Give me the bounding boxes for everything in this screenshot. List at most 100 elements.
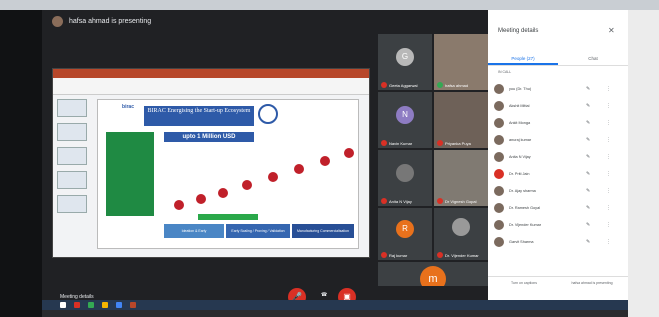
mic-icon[interactable]: ✎ — [586, 188, 590, 194]
app-icon[interactable] — [88, 302, 94, 308]
mic-off-icon — [381, 198, 387, 204]
presenting-bar: hafsa ahmad is presenting — [52, 16, 151, 27]
slide-thumbnail — [57, 171, 87, 189]
participant-tile[interactable]: R Raj kumar — [378, 208, 432, 260]
slide-thumbnail — [57, 147, 87, 165]
list-item[interactable]: Dr. Ramesh Goyal ✎ ⋮ — [494, 199, 622, 216]
captions-button[interactable]: Turn on captions — [494, 281, 554, 285]
list-item[interactable]: Anita N Vijay ✎ ⋮ — [494, 148, 622, 165]
step-dot — [344, 148, 354, 158]
in-call-label: IN CALL — [498, 70, 512, 74]
presenting-button[interactable]: hafsa ahmad is presenting — [562, 281, 622, 285]
arrow-segment: Ideation & Early — [164, 224, 224, 238]
mic-icon[interactable]: ✎ — [586, 137, 590, 143]
slide-steps — [160, 148, 358, 218]
slide-arrow: Ideation & Early Early Scaling / Proving… — [164, 224, 354, 238]
mic-off-icon — [437, 140, 443, 146]
step-dot — [174, 200, 184, 210]
list-item[interactable]: Dr. Vijender Kumar ✎ ⋮ — [494, 216, 622, 233]
more-icon[interactable]: ⋮ — [606, 171, 611, 177]
participant-tile[interactable]: Dr. Vijender Kumar — [434, 208, 488, 260]
app-icon[interactable] — [116, 302, 122, 308]
step-dot — [196, 194, 206, 204]
more-icon[interactable]: ⋮ — [606, 239, 611, 245]
list-item[interactable]: Dr. Ajay sharma ✎ ⋮ — [494, 182, 622, 199]
participant-list: you (Dr. Thu) ✎ ⋮ Akshit Mittal ✎ ⋮ Ankit Mo… — [494, 80, 622, 250]
tile-name: Dr Vignesh Gopal — [445, 198, 477, 204]
list-item[interactable]: you (Dr. Thu) ✎ ⋮ — [494, 80, 622, 97]
mic-icon[interactable]: ✎ — [586, 205, 590, 211]
start-icon[interactable] — [60, 302, 66, 308]
avatar — [494, 151, 504, 162]
participant-tile[interactable]: N Navin Kumar — [378, 92, 432, 148]
participant-tile[interactable]: Dr Vignesh Gopal — [434, 150, 488, 206]
more-icon[interactable]: ⋮ — [606, 137, 611, 143]
list-item[interactable]: Dr. Priti Jain ✎ ⋮ — [494, 165, 622, 182]
step-dot — [268, 172, 278, 182]
mic-icon[interactable]: ✎ — [586, 171, 590, 177]
app-icon[interactable] — [74, 302, 80, 308]
avatar — [494, 100, 504, 111]
tile-name: Priyanka Puya — [445, 140, 471, 146]
slide-green-bar — [198, 214, 258, 220]
avatar — [396, 164, 414, 182]
mic-icon[interactable]: ✎ — [586, 222, 590, 228]
avatar: G — [396, 48, 414, 66]
tile-name: hafsa ahmad — [445, 82, 469, 88]
step-dot — [320, 156, 330, 166]
mic-off-icon — [437, 198, 443, 204]
participant-name: Garvit Sharma — [509, 239, 534, 244]
mic-off-icon — [437, 252, 443, 258]
more-icon[interactable]: ⋮ — [606, 86, 611, 92]
participant-tile[interactable]: Priyanka Puya — [434, 92, 488, 148]
participant-name: Ankit Monga — [509, 120, 531, 125]
list-item[interactable]: anuraj kumar ✎ ⋮ — [494, 131, 622, 148]
tab-chat[interactable]: Chat — [558, 52, 628, 65]
more-icon[interactable]: ⋮ — [606, 222, 611, 228]
avatar — [494, 83, 504, 94]
presentation-title-bar — [53, 69, 369, 78]
more-icon[interactable]: ⋮ — [606, 154, 611, 160]
tab-people[interactable]: People (27) — [488, 52, 558, 65]
participant-tile[interactable]: Anita N Vijay — [378, 150, 432, 206]
slide-logo-emblem — [258, 104, 278, 124]
mic-icon[interactable]: ✎ — [586, 103, 590, 109]
meet-screen: hafsa ahmad is presenting birac BIRAC En… — [42, 10, 628, 310]
mic-icon[interactable]: ✎ — [586, 120, 590, 126]
mic-icon[interactable]: ✎ — [586, 239, 590, 245]
hang-up-icon[interactable]: ☎ — [321, 292, 327, 298]
presented-window: birac BIRAC Energising the Start-up Ecos… — [52, 68, 370, 258]
slide-list — [106, 132, 154, 216]
list-item[interactable]: Akshit Mittal ✎ ⋮ — [494, 97, 622, 114]
tile-name: Anita N Vijay — [389, 198, 412, 204]
slide-thumbnails — [57, 99, 93, 249]
panel-title: Meeting details — [498, 28, 539, 34]
mic-icon[interactable]: ✎ — [586, 86, 590, 92]
participant-name: you (Dr. Thu) — [509, 86, 532, 91]
app-icon[interactable] — [102, 302, 108, 308]
list-item[interactable]: Ankit Monga ✎ ⋮ — [494, 114, 622, 131]
participant-name: Dr. Priti Jain — [509, 171, 530, 176]
participant-tile[interactable]: hafsa ahmad — [434, 34, 488, 90]
more-icon[interactable]: ⋮ — [606, 103, 611, 109]
close-icon[interactable]: ✕ — [608, 26, 615, 35]
avatar — [494, 134, 504, 145]
tile-name: Raj kumar — [389, 252, 408, 258]
more-icon[interactable]: ⋮ — [606, 120, 611, 126]
mic-icon[interactable]: ✎ — [586, 154, 590, 160]
meeting-details-panel: Meeting details ✕ People (27) Chat IN CA… — [488, 10, 628, 310]
participant-name: Akshit Mittal — [509, 103, 530, 108]
more-icon[interactable]: ⋮ — [606, 205, 611, 211]
participant-tile[interactable]: G Geeta Aggarwal — [378, 34, 432, 90]
slide-title: BIRAC Energising the Start-up Ecosystem — [144, 106, 254, 126]
avatar: R — [396, 220, 414, 238]
panel-tabs: People (27) Chat — [488, 52, 628, 66]
photo-background: hafsa ahmad is presenting birac BIRAC En… — [0, 0, 659, 317]
app-icon[interactable] — [130, 302, 136, 308]
avatar — [494, 236, 504, 247]
list-item[interactable]: Garvit Sharma ✎ ⋮ — [494, 233, 622, 250]
participant-tiles: G Geeta Aggarwal hafsa ahmad N Navin Kum… — [378, 34, 488, 310]
arrow-segment: Manufacturing Commercialisation — [292, 224, 354, 238]
more-icon[interactable]: ⋮ — [606, 188, 611, 194]
step-dot — [218, 188, 228, 198]
